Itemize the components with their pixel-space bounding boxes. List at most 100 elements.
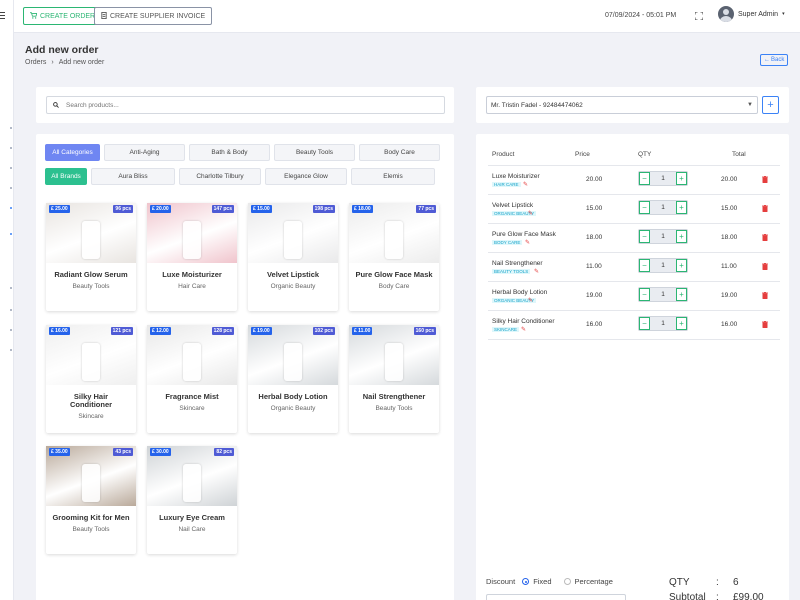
summary-subtotal-label: Subtotal (669, 592, 706, 600)
product-card[interactable]: £ 19.00102 pcsHerbal Body LotionOrganic … (248, 325, 338, 433)
quantity-value[interactable]: 1 (650, 201, 676, 214)
edit-icon[interactable]: ✎ (528, 297, 533, 304)
brand-chip[interactable]: Charlotte Tilbury (179, 168, 261, 185)
brand-chip[interactable]: Aura Bliss (91, 168, 175, 185)
edit-icon[interactable]: ✎ (525, 239, 530, 246)
sidebar-item[interactable] (10, 147, 12, 149)
product-card[interactable]: £ 35.0043 pcsGrooming Kit for MenBeauty … (46, 446, 136, 554)
search-box[interactable] (46, 96, 445, 114)
avatar (718, 6, 734, 22)
increase-quantity-button[interactable]: + (676, 201, 687, 214)
edit-icon[interactable]: ✎ (521, 326, 526, 333)
product-category: Body Care (349, 283, 439, 290)
increase-quantity-button[interactable]: + (676, 172, 687, 185)
cart-card: Product Price QTY Total Luxe Moisturizer… (476, 134, 789, 600)
discount-percentage-radio[interactable] (564, 578, 571, 585)
cart-item-name: Silky Hair Conditioner (492, 318, 555, 325)
discount-input[interactable] (486, 594, 626, 600)
quantity-stepper[interactable]: −1+ (638, 316, 688, 331)
product-name: Herbal Body Lotion (248, 393, 338, 401)
page-title: Add new order (25, 44, 99, 56)
quantity-value[interactable]: 1 (650, 259, 676, 272)
summary-separator: : (716, 577, 719, 588)
product-card[interactable]: £ 18.0077 pcsPure Glow Face MaskBody Car… (349, 203, 439, 311)
category-chip[interactable]: Anti-Aging (104, 144, 185, 161)
increase-quantity-button[interactable]: + (676, 317, 687, 330)
quantity-stepper[interactable]: −1+ (638, 287, 688, 302)
sidebar-item[interactable] (10, 309, 12, 311)
category-chip[interactable]: Bath & Body (189, 144, 270, 161)
edit-icon[interactable]: ✎ (528, 210, 533, 217)
edit-icon[interactable]: ✎ (523, 181, 528, 188)
quantity-value[interactable]: 1 (650, 288, 676, 301)
brand-chip[interactable]: Elegance Glow (265, 168, 347, 185)
trash-icon[interactable] (762, 263, 768, 270)
create-order-button[interactable]: CREATE ORDER (23, 7, 102, 25)
category-chip[interactable]: Beauty Tools (274, 144, 355, 161)
product-name: Luxury Eye Cream (147, 514, 237, 522)
product-card[interactable]: £ 12.00128 pcsFragrance MistSkincare (147, 325, 237, 433)
discount-fixed-radio[interactable] (522, 578, 529, 585)
product-card[interactable]: £ 15.00198 pcsVelvet LipstickOrganic Bea… (248, 203, 338, 311)
decrease-quantity-button[interactable]: − (639, 201, 650, 214)
sidebar-item-active[interactable] (10, 207, 12, 209)
quantity-value[interactable]: 1 (650, 172, 676, 185)
decrease-quantity-button[interactable]: − (639, 259, 650, 272)
sidebar-item[interactable] (10, 187, 12, 189)
quantity-stepper[interactable]: −1+ (638, 258, 688, 273)
fullscreen-icon[interactable] (695, 12, 703, 20)
user-menu[interactable]: Super Admin ▾ (718, 6, 785, 22)
search-icon (53, 101, 59, 110)
quantity-stepper[interactable]: −1+ (638, 200, 688, 215)
create-supplier-invoice-button[interactable]: CREATE SUPPLIER INVOICE (94, 7, 212, 25)
customer-card: Mr. Tristin Fadel - 92484474062 ▼ + (476, 87, 789, 123)
trash-icon[interactable] (762, 321, 768, 328)
brand-chip[interactable]: Elemis (351, 168, 435, 185)
menu-icon[interactable] (0, 12, 5, 21)
trash-icon[interactable] (762, 176, 768, 183)
category-chip[interactable]: Body Care (359, 144, 440, 161)
trash-icon[interactable] (762, 292, 768, 299)
category-chip-all[interactable]: All Categories (45, 144, 100, 161)
quantity-value[interactable]: 1 (650, 230, 676, 243)
increase-quantity-button[interactable]: + (676, 230, 687, 243)
stock-badge: 121 pcs (111, 327, 133, 335)
decrease-quantity-button[interactable]: − (639, 230, 650, 243)
increase-quantity-button[interactable]: + (676, 259, 687, 272)
product-card[interactable]: £ 20.00147 pcsLuxe MoisturizerHair Care (147, 203, 237, 311)
product-card[interactable]: £ 11.00160 pcsNail StrengthenerBeauty To… (349, 325, 439, 433)
search-input[interactable] (66, 102, 366, 109)
product-image: £ 35.0043 pcs (46, 446, 136, 506)
quantity-value[interactable]: 1 (650, 317, 676, 330)
stock-badge: 77 pcs (416, 205, 436, 213)
trash-icon[interactable] (762, 205, 768, 212)
decrease-quantity-button[interactable]: − (639, 288, 650, 301)
brand-chip-all[interactable]: All Brands (45, 168, 87, 185)
breadcrumb-orders[interactable]: Orders (25, 59, 46, 66)
sidebar-item-active[interactable] (10, 233, 12, 235)
sidebar-item[interactable] (10, 127, 12, 129)
create-supplier-invoice-label: CREATE SUPPLIER INVOICE (110, 13, 205, 20)
row-divider (488, 223, 780, 224)
quantity-stepper[interactable]: −1+ (638, 229, 688, 244)
increase-quantity-button[interactable]: + (676, 288, 687, 301)
cart-item-name: Velvet Lipstick (492, 202, 533, 209)
sidebar-item[interactable] (10, 329, 12, 331)
quantity-stepper[interactable]: −1+ (638, 171, 688, 186)
edit-icon[interactable]: ✎ (534, 268, 539, 275)
product-card[interactable]: £ 16.00121 pcsSilky Hair ConditionerSkin… (46, 325, 136, 433)
decrease-quantity-button[interactable]: − (639, 172, 650, 185)
back-button[interactable]: ← Back (760, 54, 788, 66)
sidebar-item[interactable] (10, 287, 12, 289)
trash-icon[interactable] (762, 234, 768, 241)
sidebar-item[interactable] (10, 167, 12, 169)
plus-icon: + (767, 99, 773, 111)
decrease-quantity-button[interactable]: − (639, 317, 650, 330)
sidebar-item[interactable] (10, 349, 12, 351)
product-card[interactable]: £ 30.0082 pcsLuxury Eye CreamNail Care (147, 446, 237, 554)
cart-item-price: 16.00 (586, 321, 602, 328)
product-name: Pure Glow Face Mask (349, 271, 439, 279)
customer-select[interactable]: Mr. Tristin Fadel - 92484474062 ▼ (486, 96, 758, 114)
product-card[interactable]: £ 25.0096 pcsRadiant Glow SerumBeauty To… (46, 203, 136, 311)
add-customer-button[interactable]: + (762, 96, 779, 114)
